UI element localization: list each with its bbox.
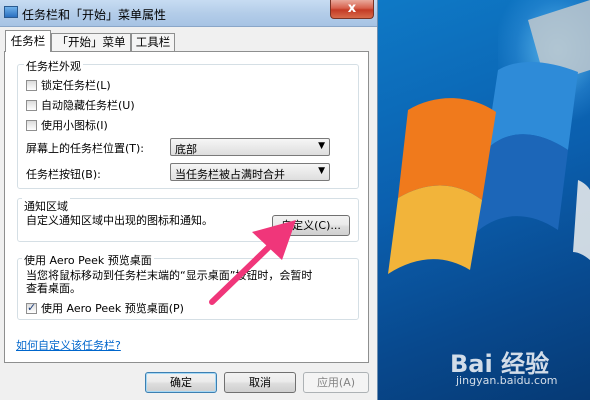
taskbar-app-icon	[4, 6, 18, 18]
taskbar-location-select[interactable]: 底部 ▼	[170, 138, 330, 156]
lock-taskbar-label: 锁定任务栏(L)	[41, 79, 111, 92]
chevron-down-icon: ▼	[318, 141, 325, 151]
help-link[interactable]: 如何自定义该任务栏?	[16, 337, 121, 353]
small-icons-option[interactable]: 使用小图标(I)	[26, 117, 108, 132]
windows-logo-icon	[388, 0, 590, 274]
aero-peek-group: 使用 Aero Peek 预览桌面 当您将鼠标移动到任务栏末端的“显示桌面”按钮…	[17, 252, 359, 320]
taskbar-location-value: 底部	[175, 143, 197, 156]
small-icons-label: 使用小图标(I)	[41, 119, 108, 132]
desktop-background	[378, 0, 590, 400]
lock-taskbar-checkbox[interactable]	[26, 79, 37, 91]
aero-peek-option[interactable]: 使用 Aero Peek 预览桌面(P)	[26, 300, 184, 315]
window-title: 任务栏和「开始」菜单属性	[22, 8, 167, 22]
title-bar[interactable]: 任务栏和「开始」菜单属性 x	[0, 0, 377, 27]
aero-peek-group-title: 使用 Aero Peek 预览桌面	[22, 252, 154, 268]
autohide-checkbox[interactable]	[26, 99, 37, 111]
taskbar-buttons-label: 任务栏按钮(B):	[26, 168, 101, 181]
notification-description: 自定义通知区域中出现的图标和通知。	[26, 214, 213, 227]
properties-dialog: 任务栏和「开始」菜单属性 x 任务栏 「开始」菜单 工具栏 任务栏外观 锁定任务…	[0, 0, 378, 400]
appearance-group: 任务栏外观 锁定任务栏(L) 自动隐藏任务栏(U) 使用小图标(I) 屏幕上的任…	[17, 58, 359, 189]
autohide-option[interactable]: 自动隐藏任务栏(U)	[26, 97, 135, 112]
appearance-group-title: 任务栏外观	[24, 58, 83, 74]
small-icons-checkbox[interactable]	[26, 119, 37, 131]
taskbar-location-label: 屏幕上的任务栏位置(T):	[26, 142, 145, 155]
aero-peek-checkbox[interactable]	[26, 301, 37, 314]
tab-taskbar[interactable]: 任务栏	[5, 30, 51, 52]
tab-panel: 任务栏外观 锁定任务栏(L) 自动隐藏任务栏(U) 使用小图标(I) 屏幕上的任…	[4, 51, 369, 363]
notification-group: 通知区域 自定义通知区域中出现的图标和通知。 自定义(C)...	[17, 198, 359, 242]
tab-start-menu[interactable]: 「开始」菜单	[51, 33, 131, 51]
aero-peek-description-line2: 查看桌面。	[26, 282, 81, 295]
apply-button[interactable]: 应用(A)	[303, 372, 369, 393]
close-button[interactable]: x	[330, 0, 374, 19]
chevron-down-icon: ▼	[318, 166, 325, 176]
tab-toolbars[interactable]: 工具栏	[131, 33, 175, 51]
taskbar-buttons-value: 当任务栏被占满时合并	[175, 168, 285, 181]
ok-button[interactable]: 确定	[145, 372, 217, 393]
customize-button[interactable]: 自定义(C)...	[272, 215, 350, 236]
cancel-button[interactable]: 取消	[224, 372, 296, 393]
taskbar-buttons-select[interactable]: 当任务栏被占满时合并 ▼	[170, 163, 330, 181]
lock-taskbar-option[interactable]: 锁定任务栏(L)	[26, 77, 111, 92]
aero-peek-label: 使用 Aero Peek 预览桌面(P)	[41, 302, 184, 315]
autohide-label: 自动隐藏任务栏(U)	[41, 99, 135, 112]
watermark-url: jingyan.baidu.com	[456, 374, 558, 387]
